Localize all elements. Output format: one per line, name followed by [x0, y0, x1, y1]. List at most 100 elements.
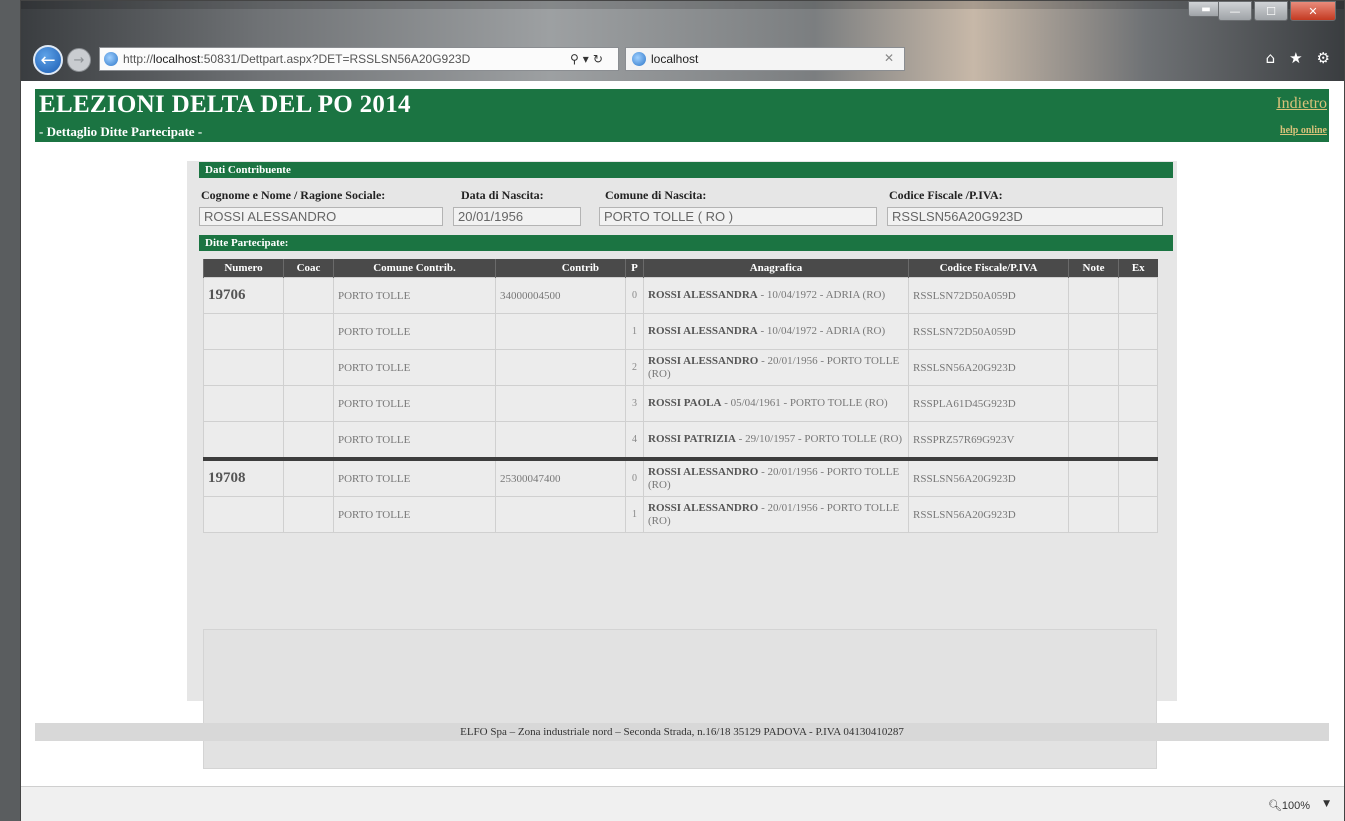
col-header-ex[interactable]: Ex	[1118, 259, 1158, 278]
codice-fiscale-field[interactable]: RSSLSN56A20G923D	[887, 207, 1163, 226]
col-header-coac[interactable]: Coac	[283, 259, 334, 278]
tab-title: localhost	[651, 52, 699, 66]
cognome-nome-field[interactable]: ROSSI ALESSANDRO	[199, 207, 443, 226]
table-row[interactable]: 19708 PORTO TOLLE 25300047400 0 ROSSI AL…	[203, 457, 1158, 497]
cell-ex	[1118, 421, 1158, 460]
cell-anagrafica: ROSSI PAOLA - 05/04/1961 - PORTO TOLLE (…	[643, 385, 909, 422]
col-header-codice-fiscale[interactable]: Codice Fiscale/P.IVA	[908, 259, 1069, 278]
cell-note	[1068, 349, 1119, 386]
table-row[interactable]: PORTO TOLLE 1 ROSSI ALESSANDRO - 20/01/1…	[203, 496, 1158, 533]
table-row[interactable]: PORTO TOLLE 3 ROSSI PAOLA - 05/04/1961 -…	[203, 385, 1158, 422]
col-header-comune[interactable]: Comune Contrib.	[333, 259, 496, 278]
cell-ex	[1118, 457, 1158, 497]
cell-codice-fiscale: RSSLSN72D50A059D	[908, 313, 1069, 350]
cell-comune: PORTO TOLLE	[333, 277, 496, 314]
cell-numero	[203, 385, 284, 422]
home-icon[interactable]: ⌂	[1266, 49, 1276, 67]
cell-codice-fiscale: RSSLSN72D50A059D	[908, 277, 1069, 314]
cell-ex	[1118, 277, 1158, 314]
cell-contrib: 25300047400	[495, 457, 626, 497]
browser-toolbar: ⌂ ★ ⚙	[1266, 49, 1330, 67]
data-nascita-field[interactable]: 20/01/1956	[453, 207, 581, 226]
tab-close-icon[interactable]: ✕	[884, 51, 894, 65]
cell-numero: 19708	[203, 457, 284, 497]
address-actions: ⚲ ▾ ↻	[570, 48, 620, 70]
section-title-ditte: Ditte Partecipate:	[199, 235, 1173, 251]
cell-comune: PORTO TOLLE	[333, 421, 496, 460]
anagrafica-details: - 05/04/1961 - PORTO TOLLE (RO)	[721, 397, 888, 409]
col-header-contrib[interactable]: Contrib	[495, 259, 626, 278]
col-header-numero[interactable]: Numero	[203, 259, 284, 278]
zoom-value: 100%	[1281, 800, 1310, 812]
cell-anagrafica: ROSSI ALESSANDRO - 20/01/1956 - PORTO TO…	[643, 496, 909, 533]
url-path: :50831/Dettpart.aspx?DET=RSSLSN56A20G923…	[200, 52, 471, 66]
cell-coac	[283, 385, 334, 422]
title-strip	[21, 1, 1344, 9]
window-controls: — ☐ ✕	[1218, 1, 1336, 21]
cell-coac	[283, 313, 334, 350]
back-link[interactable]: Indietro	[1276, 95, 1327, 113]
settings-gear-icon[interactable]: ⚙	[1317, 49, 1330, 67]
cell-comune: PORTO TOLLE	[333, 313, 496, 350]
table-row[interactable]: PORTO TOLLE 2 ROSSI ALESSANDRO - 20/01/1…	[203, 349, 1158, 386]
cell-p: 4	[625, 421, 644, 460]
address-bar[interactable]: http://localhost:50831/Dettpart.aspx?DET…	[99, 47, 619, 71]
cell-numero	[203, 313, 284, 350]
zoom-dropdown-icon[interactable]: ▼	[1323, 799, 1330, 809]
cell-note	[1068, 496, 1119, 533]
url-text[interactable]: http://localhost:50831/Dettpart.aspx?DET…	[123, 52, 470, 66]
col-header-p[interactable]: P	[625, 259, 644, 278]
section-title-contribuente: Dati Contribuente	[199, 162, 1173, 178]
cell-p: 0	[625, 277, 644, 314]
cell-contrib	[495, 421, 626, 460]
ie-page-icon	[104, 52, 118, 66]
table-row[interactable]: PORTO TOLLE 4 ROSSI PATRIZIA - 29/10/195…	[203, 421, 1158, 460]
anagrafica-name: ROSSI PAOLA	[648, 397, 722, 409]
cell-numero: 19706	[203, 277, 284, 314]
page-subtitle: - Dettaglio Ditte Partecipate -	[39, 124, 203, 139]
anagrafica-name: ROSSI ALESSANDRO	[648, 354, 759, 367]
cell-anagrafica: ROSSI ALESSANDRA - 10/04/1972 - ADRIA (R…	[643, 277, 909, 314]
cell-comune: PORTO TOLLE	[333, 349, 496, 386]
cell-numero	[203, 496, 284, 533]
close-window-button[interactable]: ✕	[1290, 1, 1336, 21]
table-row[interactable]: 19706 PORTO TOLLE 34000004500 0 ROSSI AL…	[203, 277, 1158, 314]
label-data-nascita: Data di Nascita:	[461, 188, 544, 202]
browser-tab[interactable]: localhost ✕	[625, 47, 905, 71]
col-header-anagrafica[interactable]: Anagrafica	[643, 259, 909, 278]
cell-anagrafica: ROSSI PATRIZIA - 29/10/1957 - PORTO TOLL…	[643, 421, 909, 460]
table-header-row: Numero Coac Comune Contrib. Contrib P An…	[203, 259, 1158, 278]
cell-note	[1068, 385, 1119, 422]
cell-anagrafica: ROSSI ALESSANDRO - 20/01/1956 - PORTO TO…	[643, 457, 909, 497]
minimize-button[interactable]: —	[1218, 1, 1252, 21]
cell-contrib	[495, 313, 626, 350]
ditte-table: Numero Coac Comune Contrib. Contrib P An…	[203, 259, 1158, 533]
cell-contrib	[495, 385, 626, 422]
search-icon[interactable]: ⚲	[570, 52, 579, 66]
table-row[interactable]: PORTO TOLLE 1 ROSSI ALESSANDRA - 10/04/1…	[203, 313, 1158, 350]
col-header-note[interactable]: Note	[1068, 259, 1119, 278]
cell-contrib	[495, 349, 626, 386]
cell-comune: PORTO TOLLE	[333, 457, 496, 497]
anagrafica-details: - 29/10/1957 - PORTO TOLLE (RO)	[735, 433, 903, 445]
dropdown-arrow-icon[interactable]: ▾	[583, 52, 589, 66]
cell-note	[1068, 277, 1119, 314]
refresh-icon[interactable]: ↻	[593, 52, 603, 66]
back-button[interactable]: ←	[33, 45, 63, 75]
url-prefix: http://	[123, 52, 154, 66]
arrow-left-icon: ←	[40, 49, 56, 71]
table-empty-area	[203, 629, 1157, 769]
forward-button[interactable]: →	[67, 48, 91, 72]
favorites-star-icon[interactable]: ★	[1289, 49, 1302, 67]
cell-p: 0	[625, 457, 644, 497]
anagrafica-name: ROSSI ALESSANDRO	[648, 465, 759, 478]
comune-nascita-field[interactable]: PORTO TOLLE ( RO )	[599, 207, 877, 226]
anagrafica-name: ROSSI PATRIZIA	[648, 433, 736, 445]
anagrafica-name: ROSSI ALESSANDRA	[648, 289, 758, 301]
cell-p: 1	[625, 313, 644, 350]
cell-numero	[203, 421, 284, 460]
maximize-button[interactable]: ☐	[1254, 1, 1288, 21]
cell-coac	[283, 496, 334, 533]
help-online-link[interactable]: help online	[1280, 125, 1327, 136]
zoom-level[interactable]: 🔍︎100%	[1268, 799, 1310, 812]
